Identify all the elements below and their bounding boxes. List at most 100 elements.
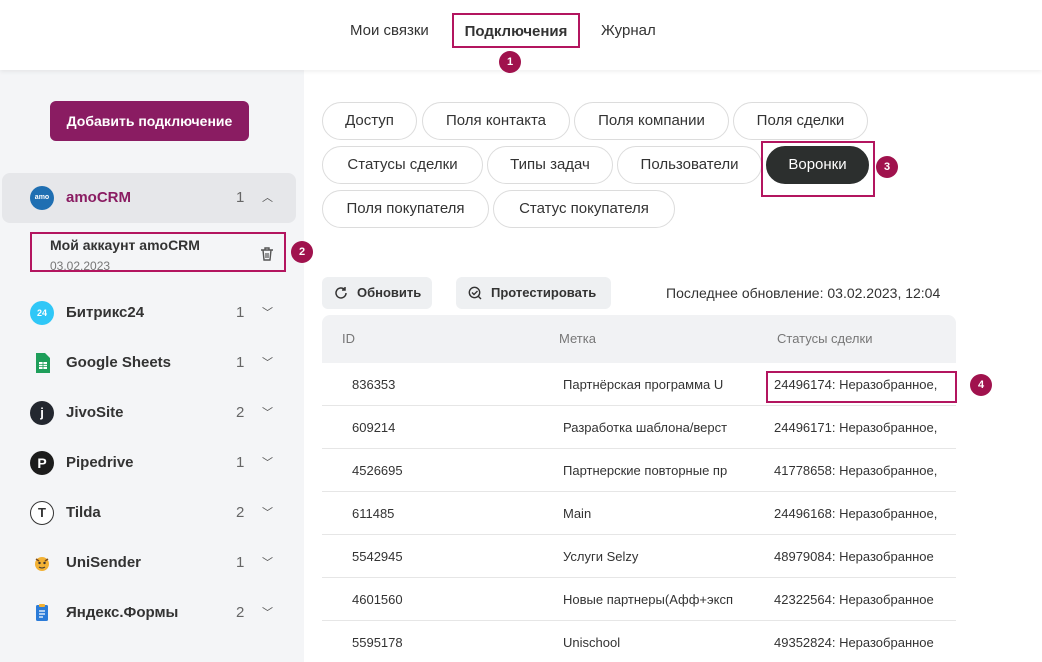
- refresh-icon: [335, 287, 347, 299]
- column-header-id: ID: [342, 331, 355, 346]
- chevron-up-icon[interactable]: ︿: [262, 173, 273, 223]
- chip-contact-fields[interactable]: Поля контакта: [422, 102, 570, 140]
- top-navigation: Мои связки Подключения Журнал: [0, 0, 1042, 70]
- service-name: Битрикс24: [66, 304, 145, 321]
- refresh-button[interactable]: Обновить: [322, 277, 432, 309]
- cell-id: 4601560: [352, 592, 403, 607]
- cell-mark: Партнерские повторные пр: [563, 463, 728, 478]
- chevron-down-icon[interactable]: ﹀: [262, 388, 273, 438]
- column-header-mark: Метка: [559, 331, 596, 346]
- connection-count: 2: [236, 404, 245, 421]
- chevron-down-icon[interactable]: ﹀: [262, 338, 273, 388]
- service-name: amoCRM: [66, 189, 132, 206]
- chevron-down-icon[interactable]: ﹀: [262, 588, 273, 638]
- highlight-frame-pipelines: [761, 141, 875, 197]
- sidebar-item-pipedrive[interactable]: P Pipedrive 1 ﹀: [0, 438, 304, 488]
- chip-customer-fields[interactable]: Поля покупателя: [322, 190, 489, 228]
- unisender-logo-icon: [35, 557, 49, 571]
- highlight-frame-deal-status: [766, 371, 957, 403]
- cell-id: 5595178: [352, 635, 403, 650]
- connection-count: 1: [236, 354, 245, 371]
- sidebar-item-yandex-forms[interactable]: Яндекс.Формы 2 ﹀: [0, 588, 304, 638]
- annotation-badge-1: 1: [499, 51, 521, 73]
- chip-users[interactable]: Пользователи: [617, 146, 762, 184]
- sidebar-item-unisender[interactable]: UniSender 1 ﹀: [0, 538, 304, 588]
- cell-deal-statuses: 42322564: Неразобранное: [774, 592, 934, 607]
- account-item[interactable]: Мой аккаунт amoCRM 03.02.2023: [30, 232, 286, 273]
- cell-mark: Услуги Selzy: [563, 549, 639, 564]
- cell-deal-statuses: 24496168: Неразобранное,: [774, 506, 938, 521]
- sidebar-item-google-sheets[interactable]: Google Sheets 1 ﹀: [0, 338, 304, 388]
- table-row[interactable]: 5542945 Услуги Selzy 48979084: Неразобра…: [322, 535, 956, 578]
- cell-deal-statuses: 49352824: Неразобранное: [774, 635, 934, 650]
- add-connection-button[interactable]: Добавить подключение: [50, 101, 249, 141]
- chip-deal-fields[interactable]: Поля сделки: [733, 102, 868, 140]
- last-update-text: Последнее обновление: 03.02.2023, 12:04: [666, 285, 941, 301]
- table-row[interactable]: 5595178 Unischool 49352824: Неразобранно…: [322, 621, 956, 662]
- bitrix24-logo-icon: 24: [30, 301, 54, 325]
- service-name: Tilda: [66, 504, 101, 521]
- sidebar-item-tilda[interactable]: T Tilda 2 ﹀: [0, 488, 304, 538]
- service-name: UniSender: [66, 554, 142, 571]
- trash-icon[interactable]: [260, 246, 274, 262]
- test-button[interactable]: Протестировать: [456, 277, 611, 309]
- jivosite-logo-icon: j: [30, 401, 54, 425]
- google-sheets-logo-icon: [36, 353, 50, 373]
- cell-id: 4526695: [352, 463, 403, 478]
- chevron-down-icon[interactable]: ﹀: [262, 488, 273, 538]
- sidebar-item-bitrix24[interactable]: 24 Битрикс24 1 ﹀: [0, 288, 304, 338]
- tab-journal[interactable]: Журнал: [601, 0, 656, 62]
- cell-mark: Разработка шаблона/верст: [563, 420, 728, 435]
- chevron-down-icon[interactable]: ﹀: [262, 288, 273, 338]
- cell-id: 836353: [352, 377, 396, 392]
- chip-deal-statuses[interactable]: Статусы сделки: [322, 146, 483, 184]
- connection-count: 1: [236, 304, 245, 321]
- cell-deal-statuses: 41778658: Неразобранное,: [774, 463, 938, 478]
- service-name: Google Sheets: [66, 354, 172, 371]
- service-name: Яндекс.Формы: [66, 604, 179, 621]
- tab-my-links[interactable]: Мои связки: [350, 0, 429, 62]
- sidebar: Добавить подключение amo amoCRM 1 ︿ Мой …: [0, 70, 304, 662]
- connection-count: 2: [236, 604, 245, 621]
- cell-mark: Новые партнеры(Афф+эксп: [563, 592, 733, 607]
- chevron-down-icon[interactable]: ﹀: [262, 538, 273, 588]
- cell-mark: Партнёрская программа U: [563, 377, 724, 392]
- cell-id: 611485: [352, 506, 395, 521]
- service-name: JivoSite: [66, 404, 124, 421]
- connection-count: 2: [236, 504, 245, 521]
- table-row[interactable]: 4601560 Новые партнеры(Афф+эксп 42322564…: [322, 578, 956, 621]
- amocrm-logo-icon: amo: [30, 186, 54, 210]
- cell-mark: Main: [563, 506, 592, 521]
- annotation-badge-4: 4: [970, 374, 992, 396]
- table-row[interactable]: 609214 Разработка шаблона/верст 24496171…: [322, 406, 956, 449]
- service-name: Pipedrive: [66, 454, 134, 471]
- chip-customer-status[interactable]: Статус покупателя: [493, 190, 675, 228]
- cell-mark: Unischool: [563, 635, 621, 650]
- cell-deal-statuses: 48979084: Неразобранное: [774, 549, 934, 564]
- chip-company-fields[interactable]: Поля компании: [574, 102, 729, 140]
- chip-access[interactable]: Доступ: [322, 102, 417, 140]
- test-check-icon: [468, 286, 482, 300]
- cell-deal-statuses: 24496171: Неразобранное,: [774, 420, 938, 435]
- account-date: 03.02.2023: [50, 259, 111, 273]
- yandex-forms-logo-icon: [36, 604, 48, 621]
- table-row[interactable]: 4526695 Партнерские повторные пр 4177865…: [322, 449, 956, 492]
- pipedrive-logo-icon: P: [30, 451, 54, 475]
- table-header: ID Метка Статусы сделки: [322, 315, 956, 363]
- account-name: Мой аккаунт amoCRM: [50, 237, 200, 253]
- refresh-label: Обновить: [357, 285, 422, 300]
- tilda-logo-icon: T: [30, 501, 54, 525]
- chip-task-types[interactable]: Типы задач: [487, 146, 613, 184]
- connection-count: 1: [236, 454, 245, 471]
- sidebar-item-jivosite[interactable]: j JivoSite 2 ﹀: [0, 388, 304, 438]
- sidebar-item-amocrm[interactable]: amo amoCRM 1 ︿: [2, 173, 296, 223]
- tab-connections[interactable]: Подключения: [452, 13, 580, 48]
- annotation-badge-2: 2: [291, 241, 313, 263]
- table-row[interactable]: 611485 Main 24496168: Неразобранное,: [322, 492, 956, 535]
- chevron-down-icon[interactable]: ﹀: [262, 438, 273, 488]
- test-label: Протестировать: [491, 285, 597, 300]
- connection-count: 1: [236, 554, 245, 571]
- connection-count: 1: [236, 189, 245, 206]
- cell-id: 5542945: [352, 549, 403, 564]
- cell-id: 609214: [352, 420, 396, 435]
